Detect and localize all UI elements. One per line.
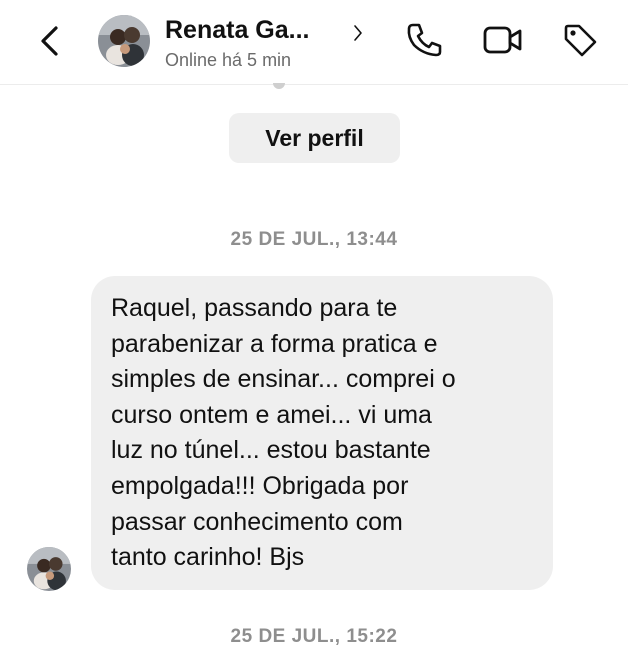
chevron-right-icon [351,22,365,44]
sender-avatar[interactable] [27,547,71,591]
message-timestamp: 25 DE JUL., 15:22 [230,626,398,647]
back-chevron-icon[interactable] [36,24,68,58]
phone-icon[interactable] [404,20,444,60]
view-profile-button[interactable]: Ver perfil [229,113,400,163]
tag-icon[interactable] [560,20,600,60]
video-camera-icon[interactable] [482,20,522,60]
contact-name: Renata Ga... [165,16,310,44]
message-text: Raquel, passando para te parabenizar a f… [111,294,456,572]
contact-title[interactable]: Renata Ga... Online há 5 min [165,14,385,74]
scroll-indicator [273,83,285,89]
online-status: Online há 5 min [165,50,292,70]
message-timestamp: 25 DE JUL., 13:44 [230,229,398,250]
contact-avatar[interactable] [98,15,150,67]
chat-header: Renata Ga... Online há 5 min [0,0,628,85]
message-bubble[interactable]: Raquel, passando para te parabenizar a f… [91,276,553,590]
